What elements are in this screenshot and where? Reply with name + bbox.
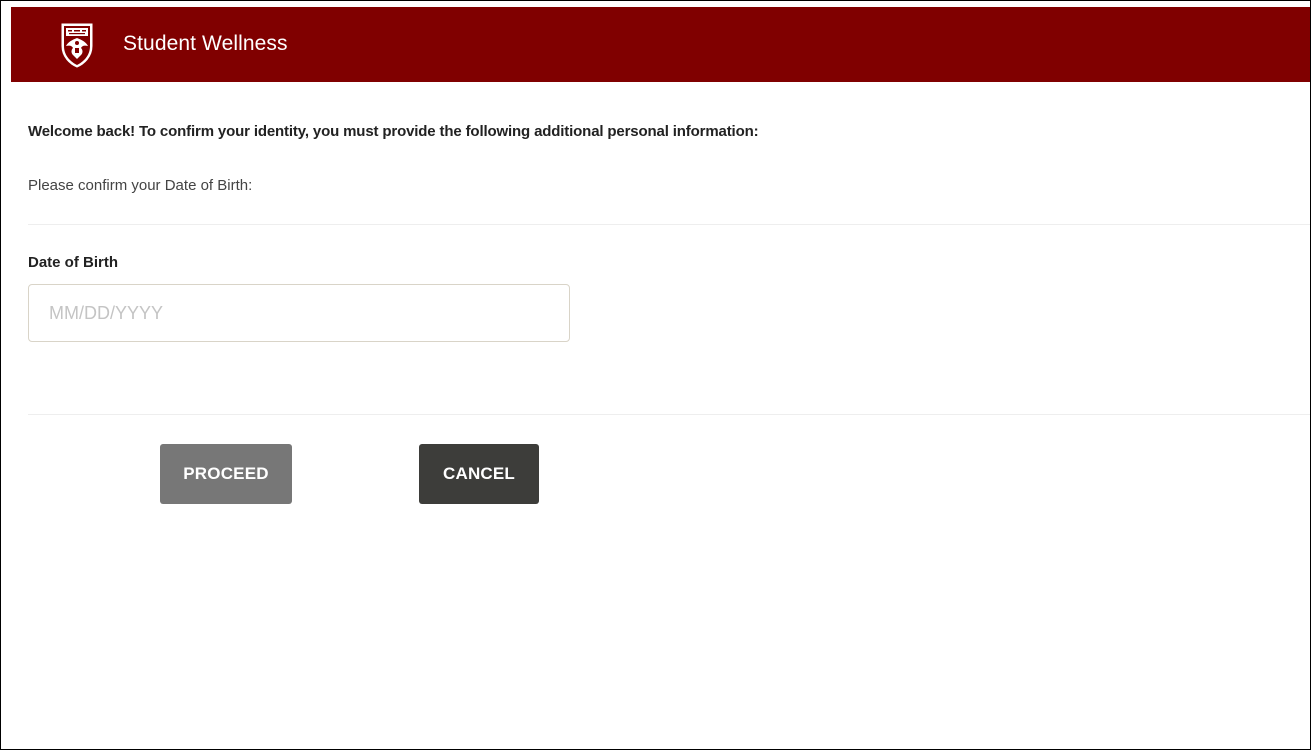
page-frame: Student Wellness Welcome back! To confir… [0, 0, 1311, 750]
university-shield-icon [61, 23, 93, 68]
actions-divider [28, 414, 1310, 415]
welcome-message: Welcome back! To confirm your identity, … [28, 123, 759, 140]
dob-instruction: Please confirm your Date of Birth: [28, 177, 253, 194]
app-title: Student Wellness [123, 32, 288, 55]
dob-input[interactable] [28, 284, 570, 342]
section-divider [28, 224, 1310, 225]
dob-label: Date of Birth [28, 254, 118, 271]
app-header: Student Wellness [11, 7, 1310, 82]
proceed-button[interactable]: PROCEED [160, 444, 292, 504]
cancel-button[interactable]: CANCEL [419, 444, 539, 504]
